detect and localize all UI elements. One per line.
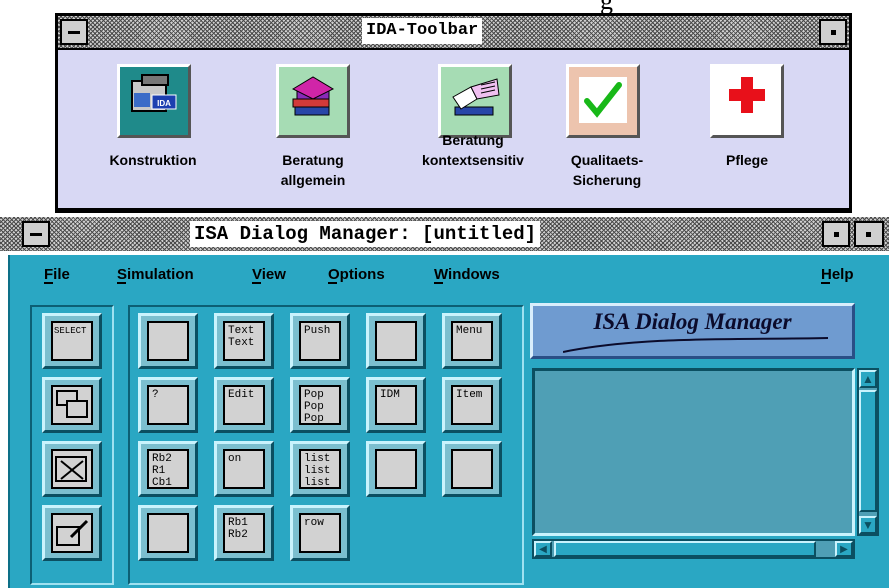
object-palette: Text Text Push Menu? Edit Pop Pop Pop Pop IDM…: [128, 305, 524, 585]
layout-tool-button[interactable]: [42, 505, 102, 561]
image-object-icon: [375, 321, 417, 361]
delete-window-icon: [51, 449, 93, 489]
scroll-down-icon[interactable]: ▼: [859, 516, 877, 534]
isa-dialog-manager-window: ISA Dialog Manager: [untitled] File Simu…: [0, 217, 889, 588]
listbox-object-icon: list list list: [299, 449, 341, 489]
text-object-button[interactable]: Text Text: [214, 313, 274, 369]
cropped-text-fragment: g: [600, 0, 613, 14]
checkbox-object-icon: on: [223, 449, 265, 489]
pushbutton-object-button[interactable]: Push: [290, 313, 350, 369]
delete-tool-button[interactable]: [42, 441, 102, 497]
ida-toolbar-body: IDA Konstruktion Beratung allgemein Bera…: [58, 50, 849, 208]
scrollbar-object-button[interactable]: [366, 441, 426, 497]
tree-object-button[interactable]: [442, 441, 502, 497]
qualitaetssicherung-label: Qualitaets- Sicherung: [570, 152, 644, 188]
isa-window-title: ISA Dialog Manager: [untitled]: [190, 221, 541, 247]
red-cross-icon: [710, 64, 784, 138]
window-tool-button[interactable]: [42, 377, 102, 433]
window-object-button[interactable]: [138, 313, 198, 369]
checkbox-object-button[interactable]: on: [214, 441, 274, 497]
object-list-area[interactable]: [532, 368, 855, 536]
menu-view[interactable]: View: [252, 266, 286, 284]
system-menu-button[interactable]: [60, 19, 88, 45]
select-tool-button[interactable]: SELECT: [42, 313, 102, 369]
menu-object-icon: Menu: [451, 321, 493, 361]
image-object-button[interactable]: [366, 313, 426, 369]
item-object-button[interactable]: Item: [442, 377, 502, 433]
horizontal-scrollbar[interactable]: ◀ ▶: [532, 539, 855, 559]
popup-object-button[interactable]: Pop Pop Pop Pop: [290, 377, 350, 433]
open-book-icon: [438, 64, 512, 138]
select-hand-icon: SELECT: [51, 321, 93, 361]
menu-options[interactable]: Options: [328, 266, 385, 284]
layout-pencil-icon: [51, 513, 93, 553]
ida-window-title: IDA-Toolbar: [362, 18, 483, 44]
minimize-button[interactable]: [822, 221, 850, 247]
messagebox-object-button[interactable]: ?: [138, 377, 198, 433]
menu-help[interactable]: Help: [821, 266, 854, 284]
checkmark-icon: [566, 64, 640, 138]
books-icon: [276, 64, 350, 138]
container-object-button[interactable]: [138, 505, 198, 561]
container-object-icon: [147, 513, 189, 553]
tree-object-icon: [451, 449, 493, 489]
menu-simulation[interactable]: Simulation: [117, 266, 194, 284]
ida-toolbar-window: IDA-Toolbar IDA Konstruktion Beratung al…: [55, 13, 852, 213]
isa-titlebar[interactable]: ISA Dialog Manager: [untitled]: [0, 217, 889, 251]
item-object-icon: Item: [451, 385, 493, 425]
minimize-button[interactable]: [819, 19, 847, 45]
window-layout-icon: [51, 385, 93, 425]
menu-bar: File Simulation View Options Windows Hel…: [10, 255, 889, 295]
system-menu-button[interactable]: [22, 221, 50, 247]
beratung-kontextsensitiv-button[interactable]: Beratung kontextsensitiv: [398, 50, 548, 208]
pflege-button[interactable]: Pflege: [698, 50, 848, 208]
svg-text:IDA: IDA: [157, 99, 171, 108]
konstruktion-button[interactable]: IDA Konstruktion: [78, 50, 228, 208]
qualitaetssicherung-button[interactable]: Qualitaets- Sicherung: [558, 50, 708, 208]
scroll-right-icon[interactable]: ▶: [835, 541, 853, 557]
vertical-scroll-thumb[interactable]: [859, 390, 877, 512]
konstruktion-label: Konstruktion: [109, 152, 197, 168]
radiobutton-object-icon: Rb1 Rb2: [223, 513, 265, 553]
tool-panel: SELECT: [30, 305, 114, 585]
edit-object-icon: Edit: [223, 385, 265, 425]
pushbutton-object-icon: Push: [299, 321, 341, 361]
construction-ida-icon: IDA: [117, 64, 191, 138]
table-object-button[interactable]: row: [290, 505, 350, 561]
group-object-button[interactable]: Rb2 R1 Cb1: [138, 441, 198, 497]
text-object-icon: Text Text: [223, 321, 265, 361]
menu-object-button[interactable]: Menu: [442, 313, 502, 369]
idm-object-icon: IDM: [375, 385, 417, 425]
table-object-icon: row: [299, 513, 341, 553]
isa-logo-text: ISA Dialog Manager: [593, 309, 792, 334]
beratung-allgemein-button[interactable]: Beratung allgemein: [238, 50, 388, 208]
window-object-icon: [147, 321, 189, 361]
listbox-object-button[interactable]: list list list: [290, 441, 350, 497]
isa-main-area: File Simulation View Options Windows Hel…: [8, 255, 889, 588]
beratung-kontextsensitiv-label: Beratung kontextsensitiv: [422, 132, 524, 168]
scroll-up-icon[interactable]: ▲: [859, 370, 877, 388]
cropped-background-text: g: [0, 0, 889, 14]
pflege-label: Pflege: [725, 152, 768, 168]
edit-object-button[interactable]: Edit: [214, 377, 274, 433]
beratung-allgemein-label: Beratung allgemein: [280, 152, 346, 188]
menu-file[interactable]: File: [44, 266, 70, 284]
vertical-scrollbar[interactable]: ▲ ▼: [857, 368, 879, 536]
radiobutton-object-button[interactable]: Rb1 Rb2: [214, 505, 274, 561]
messagebox-object-icon: ?: [147, 385, 189, 425]
horizontal-scroll-thumb[interactable]: [554, 541, 816, 557]
group-object-icon: Rb2 R1 Cb1: [147, 449, 189, 489]
ida-titlebar[interactable]: IDA-Toolbar: [58, 16, 849, 48]
scrollbar-object-icon: [375, 449, 417, 489]
isa-logo: ISA Dialog Manager: [530, 303, 855, 359]
menu-windows[interactable]: Windows: [434, 266, 500, 284]
idm-object-button[interactable]: IDM: [366, 377, 426, 433]
scroll-left-icon[interactable]: ◀: [534, 541, 552, 557]
popup-object-icon: Pop Pop Pop Pop: [299, 385, 341, 425]
maximize-button[interactable]: [854, 221, 884, 247]
